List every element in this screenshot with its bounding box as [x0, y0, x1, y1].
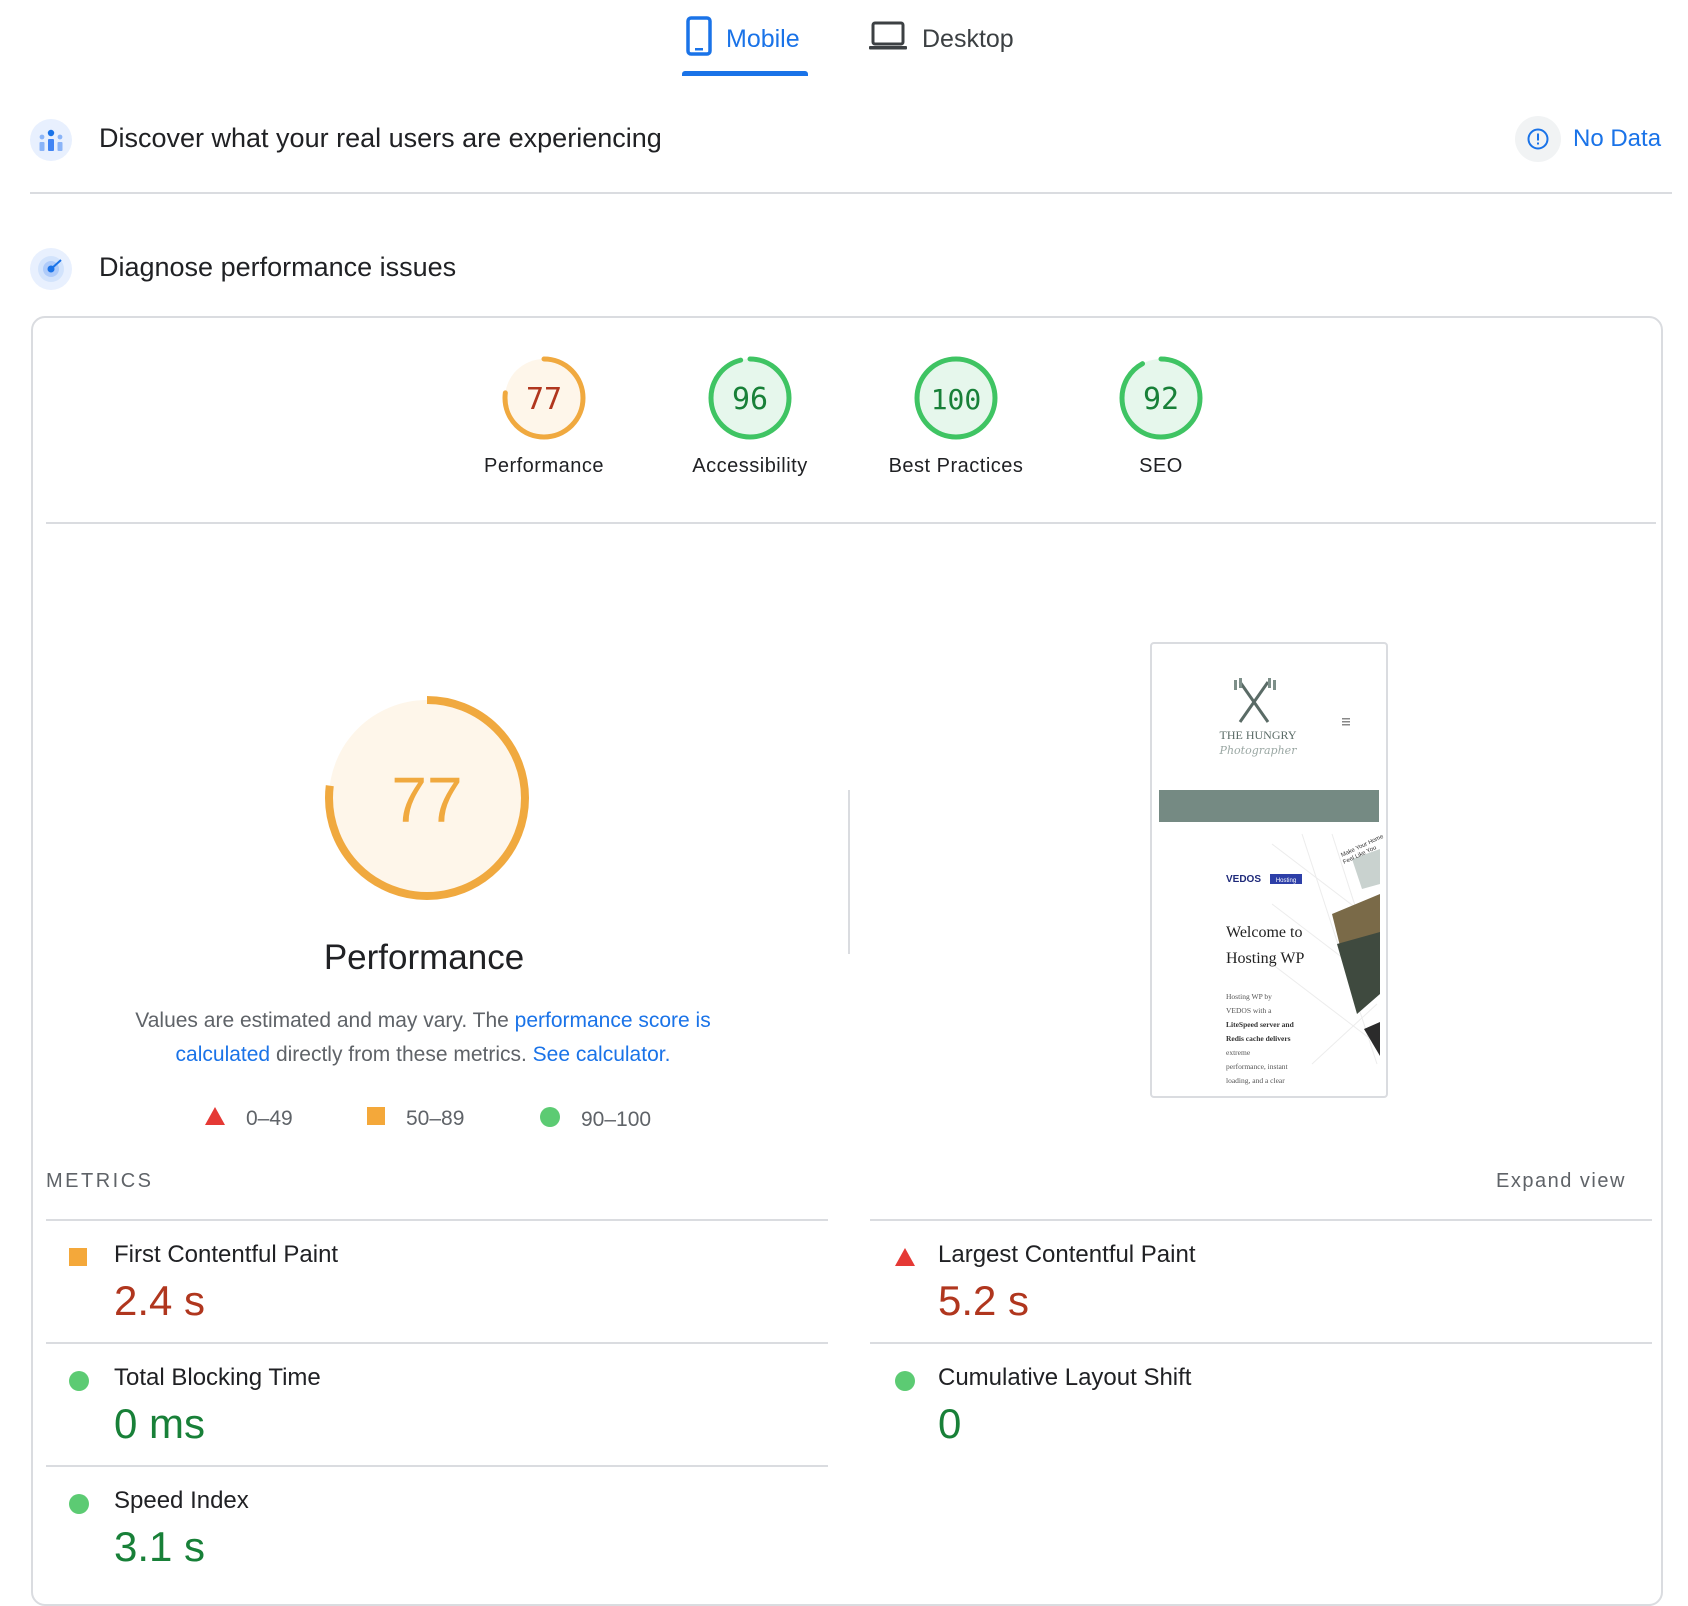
metric-value: 3.1 s — [114, 1523, 206, 1570]
metric-cumulative-layout-shift: Cumulative Layout Shift 0 — [870, 1342, 1652, 1466]
score-value: 96 — [732, 382, 768, 417]
triangle-icon — [204, 1106, 226, 1132]
score-gauge-accessibility[interactable]: 96 Accessibility — [665, 355, 835, 478]
gauges-divider — [46, 522, 1656, 524]
metric-name: Cumulative Layout Shift — [938, 1364, 1192, 1391]
metric-name: Largest Contentful Paint — [938, 1241, 1196, 1268]
performance-score-value: 77 — [391, 764, 462, 836]
metric-name: Speed Index — [114, 1487, 249, 1514]
svg-text:VEDOS with a: VEDOS with a — [1226, 1006, 1272, 1015]
metric-total-blocking-time: Total Blocking Time 0 ms — [46, 1342, 828, 1466]
score-gauge-performance[interactable]: 77 Performance — [459, 355, 629, 478]
triangle-icon — [894, 1247, 916, 1272]
legend-fail: 0–49 — [204, 1106, 293, 1132]
svg-text:Hosting: Hosting — [1276, 878, 1296, 884]
metric-value: 0 — [938, 1400, 962, 1447]
square-icon — [366, 1106, 386, 1132]
thumbnail-image: THE HUNGRY Photographer Make Your Home F… — [1159, 678, 1385, 1085]
svg-text:Hosting WP: Hosting WP — [1226, 950, 1304, 967]
metric-name: Total Blocking Time — [114, 1364, 321, 1391]
svg-text:performance, instant: performance, instant — [1226, 1062, 1289, 1071]
metric-name: First Contentful Paint — [114, 1241, 339, 1268]
score-label: Best Practices — [888, 455, 1024, 477]
page-screenshot-thumbnail[interactable]: THE HUNGRY Photographer Make Your Home F… — [1150, 642, 1388, 1098]
gauge-ring: 100 — [914, 356, 998, 440]
performance-big-gauge: 77 — [325, 696, 529, 900]
metric-value: 5.2 s — [938, 1277, 1030, 1324]
circle-icon — [894, 1370, 916, 1397]
metric-value: 2.4 s — [114, 1277, 206, 1324]
svg-text:VEDOS: VEDOS — [1226, 874, 1261, 885]
gauge-ring: 77 — [502, 356, 586, 440]
svg-text:Welcome to: Welcome to — [1226, 924, 1302, 941]
circle-icon — [68, 1493, 90, 1520]
svg-text:LiteSpeed server and: LiteSpeed server and — [1226, 1020, 1295, 1029]
tab-desktop-label: Desktop — [922, 24, 1014, 53]
circle-icon — [539, 1106, 561, 1134]
diagnose-title: Diagnose performance issues — [99, 252, 457, 282]
phone-icon — [686, 15, 712, 63]
gauge-ring: 92 — [1119, 356, 1203, 440]
score-value: 92 — [1143, 382, 1179, 417]
svg-text:loading, and a clear: loading, and a clear — [1226, 1076, 1285, 1085]
svg-text:extreme: extreme — [1226, 1048, 1251, 1057]
field-data-title: Discover what your real users are experi… — [99, 123, 662, 153]
score-value: 77 — [526, 382, 562, 417]
score-label: SEO — [1139, 455, 1183, 477]
metric-value: 0 ms — [114, 1400, 206, 1447]
no-data-label: No Data — [1573, 125, 1662, 152]
score-label: Accessibility — [692, 455, 808, 477]
circle-icon — [68, 1370, 90, 1397]
column-divider — [848, 790, 850, 954]
no-data-status[interactable]: No Data — [1515, 116, 1661, 162]
gauge-ring: 96 — [708, 356, 792, 440]
section-divider — [30, 192, 1672, 194]
performance-description: Values are estimated and may vary. The p… — [135, 1009, 711, 1066]
radar-icon — [30, 248, 72, 290]
metric-largest-contentful-paint: Largest Contentful Paint 5.2 s — [870, 1219, 1652, 1343]
metric-first-contentful-paint: First Contentful Paint 2.4 s — [46, 1219, 828, 1343]
score-label: Performance — [484, 455, 604, 477]
score-value: 100 — [931, 383, 982, 416]
svg-text:Photographer: Photographer — [1219, 744, 1298, 757]
svg-text:THE HUNGRY: THE HUNGRY — [1220, 728, 1297, 742]
svg-text:Redis cache delivers: Redis cache delivers — [1226, 1034, 1291, 1043]
see-calculator-link[interactable]: See calculator. — [533, 1043, 671, 1066]
users-chart-icon — [30, 119, 72, 161]
legend-pass: 90–100 — [539, 1106, 651, 1134]
laptop-icon — [868, 20, 908, 59]
metrics-heading: METRICS — [46, 1170, 154, 1192]
tab-mobile[interactable]: Mobile — [686, 14, 800, 64]
score-gauge-seo[interactable]: 92 SEO — [1076, 355, 1246, 478]
tab-desktop[interactable]: Desktop — [868, 14, 1014, 64]
info-icon — [1515, 116, 1561, 162]
score-gauge-best-practices[interactable]: 100 Best Practices — [871, 355, 1041, 478]
performance-title: Performance — [323, 938, 525, 977]
active-tab-indicator — [682, 71, 808, 76]
metric-speed-index: Speed Index 3.1 s — [46, 1465, 828, 1589]
tab-mobile-label: Mobile — [726, 24, 800, 53]
square-icon — [68, 1247, 88, 1272]
svg-text:Hosting WP by: Hosting WP by — [1226, 992, 1272, 1001]
legend-average: 50–89 — [366, 1106, 464, 1132]
expand-view-button[interactable]: Expand view — [1496, 1170, 1626, 1193]
